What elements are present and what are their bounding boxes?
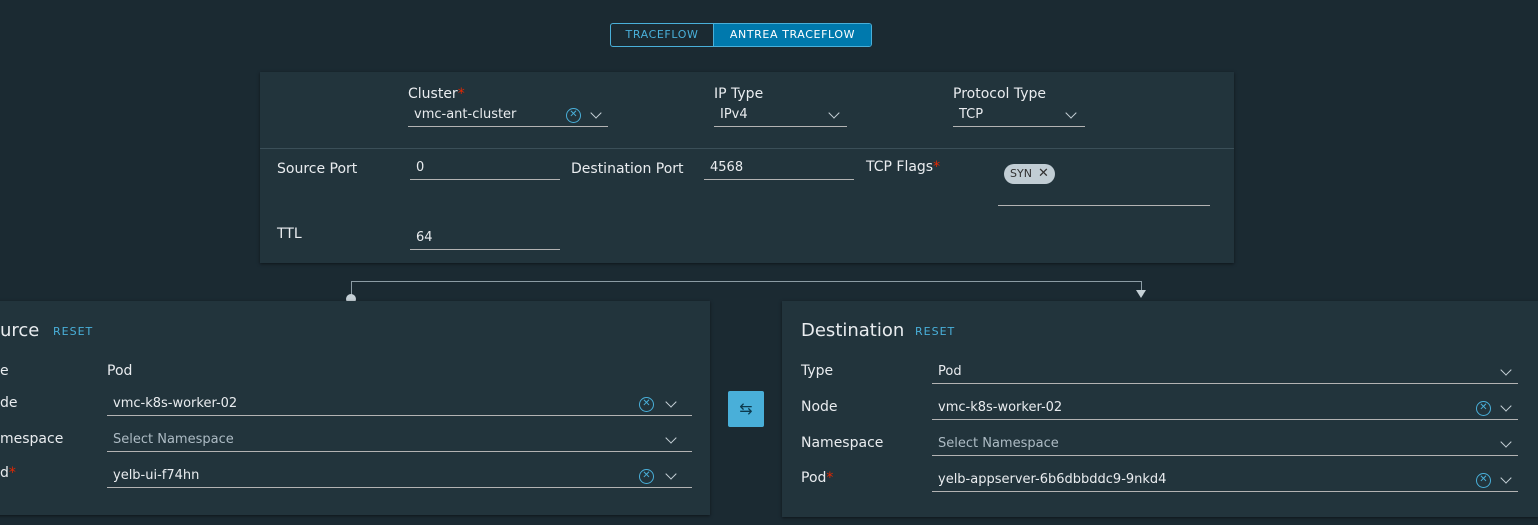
protocol-type-select[interactable]: TCP bbox=[953, 105, 1085, 127]
chevron-down-icon[interactable] bbox=[665, 432, 677, 444]
destination-type-value: Pod bbox=[938, 364, 962, 379]
clear-icon[interactable]: ✕ bbox=[639, 469, 654, 484]
source-panel: urce RESET e Pod de vmc-k8s-worker-02 ✕ … bbox=[0, 301, 710, 515]
ip-type-value: IPv4 bbox=[720, 107, 748, 122]
destination-type-select[interactable]: Pod bbox=[932, 362, 1518, 384]
swap-icon: ⇆ bbox=[739, 399, 753, 418]
destination-pod-value: yelb-appserver-6b6dbbddc9-9nkd4 bbox=[938, 472, 1167, 487]
chevron-down-icon[interactable] bbox=[1500, 436, 1512, 448]
source-type-value: Pod bbox=[107, 363, 133, 379]
ttl-input[interactable]: 64 bbox=[410, 228, 560, 250]
source-pod-value: yelb-ui-f74hn bbox=[113, 468, 200, 483]
chevron-down-icon[interactable] bbox=[665, 396, 677, 408]
source-namespace-placeholder: Select Namespace bbox=[113, 432, 234, 447]
tcp-flag-chip[interactable]: SYN ✕ bbox=[1004, 164, 1055, 184]
destination-port-label: Destination Port bbox=[571, 161, 684, 177]
destination-node-value: vmc-k8s-worker-02 bbox=[938, 400, 1063, 415]
ip-type-label: IP Type bbox=[714, 86, 764, 102]
destination-node-label: Node bbox=[801, 399, 838, 415]
destination-namespace-placeholder: Select Namespace bbox=[938, 436, 1059, 451]
destination-pod-label: Pod* bbox=[801, 470, 834, 486]
destination-reset-button[interactable]: RESET bbox=[915, 325, 955, 338]
source-port-input[interactable]: 0 bbox=[410, 158, 560, 180]
remove-chip-icon[interactable]: ✕ bbox=[1038, 164, 1049, 184]
source-port-label: Source Port bbox=[277, 161, 358, 177]
tcp-flag-chip-label: SYN bbox=[1010, 167, 1032, 180]
chevron-down-icon[interactable] bbox=[1500, 400, 1512, 412]
clear-icon[interactable]: ✕ bbox=[1476, 401, 1491, 416]
source-title: urce bbox=[0, 320, 40, 341]
ttl-label: TTL bbox=[277, 226, 302, 242]
chevron-down-icon[interactable] bbox=[1500, 364, 1512, 376]
source-node-value: vmc-k8s-worker-02 bbox=[113, 396, 238, 411]
source-pod-label: d* bbox=[0, 465, 16, 481]
clear-icon[interactable]: ✕ bbox=[639, 397, 654, 412]
destination-port-input[interactable]: 4568 bbox=[704, 158, 854, 180]
chevron-down-icon[interactable] bbox=[590, 107, 602, 119]
destination-panel: Destination RESET Type Pod Node vmc-k8s-… bbox=[782, 301, 1538, 517]
source-node-select[interactable]: vmc-k8s-worker-02 ✕ bbox=[107, 394, 692, 416]
tab-antrea-traceflow[interactable]: ANTREA TRACEFLOW bbox=[714, 24, 871, 46]
source-pod-select[interactable]: yelb-ui-f74hn ✕ bbox=[107, 466, 692, 488]
destination-node-select[interactable]: vmc-k8s-worker-02 ✕ bbox=[932, 398, 1518, 420]
clear-icon[interactable]: ✕ bbox=[566, 108, 581, 123]
chevron-down-icon[interactable] bbox=[1065, 107, 1077, 119]
ip-type-select[interactable]: IPv4 bbox=[714, 105, 847, 127]
destination-type-label: Type bbox=[801, 363, 834, 379]
source-namespace-select[interactable]: Select Namespace bbox=[107, 430, 692, 452]
traceflow-mode-toggle: TRACEFLOW ANTREA TRACEFLOW bbox=[610, 23, 872, 47]
swap-endpoints-button[interactable]: ⇆ bbox=[728, 391, 764, 427]
traceflow-settings-panel: Cluster* vmc-ant-cluster ✕ IP Type IPv4 … bbox=[260, 72, 1234, 263]
source-type-label: e bbox=[0, 363, 9, 379]
source-reset-button[interactable]: RESET bbox=[53, 325, 93, 338]
tab-traceflow[interactable]: TRACEFLOW bbox=[611, 24, 714, 46]
tcp-flags-input[interactable] bbox=[998, 205, 1210, 206]
connector-arrow-icon bbox=[1136, 290, 1146, 298]
destination-title: Destination bbox=[801, 320, 905, 341]
protocol-type-value: TCP bbox=[959, 107, 984, 122]
divider bbox=[260, 148, 1234, 149]
destination-namespace-select[interactable]: Select Namespace bbox=[932, 434, 1518, 456]
destination-pod-select[interactable]: yelb-appserver-6b6dbbddc9-9nkd4 ✕ bbox=[932, 470, 1518, 492]
protocol-type-label: Protocol Type bbox=[953, 86, 1047, 102]
cluster-select[interactable]: vmc-ant-cluster ✕ bbox=[408, 105, 608, 127]
destination-namespace-label: Namespace bbox=[801, 435, 884, 451]
cluster-value: vmc-ant-cluster bbox=[414, 107, 517, 122]
connector-line bbox=[351, 281, 1141, 282]
chevron-down-icon[interactable] bbox=[828, 107, 840, 119]
tcp-flags-label: TCP Flags* bbox=[866, 159, 941, 175]
clear-icon[interactable]: ✕ bbox=[1476, 473, 1491, 488]
source-namespace-label: mespace bbox=[0, 431, 64, 447]
chevron-down-icon[interactable] bbox=[665, 468, 677, 480]
source-node-label: de bbox=[0, 395, 18, 411]
chevron-down-icon[interactable] bbox=[1500, 472, 1512, 484]
cluster-label: Cluster* bbox=[408, 86, 465, 102]
